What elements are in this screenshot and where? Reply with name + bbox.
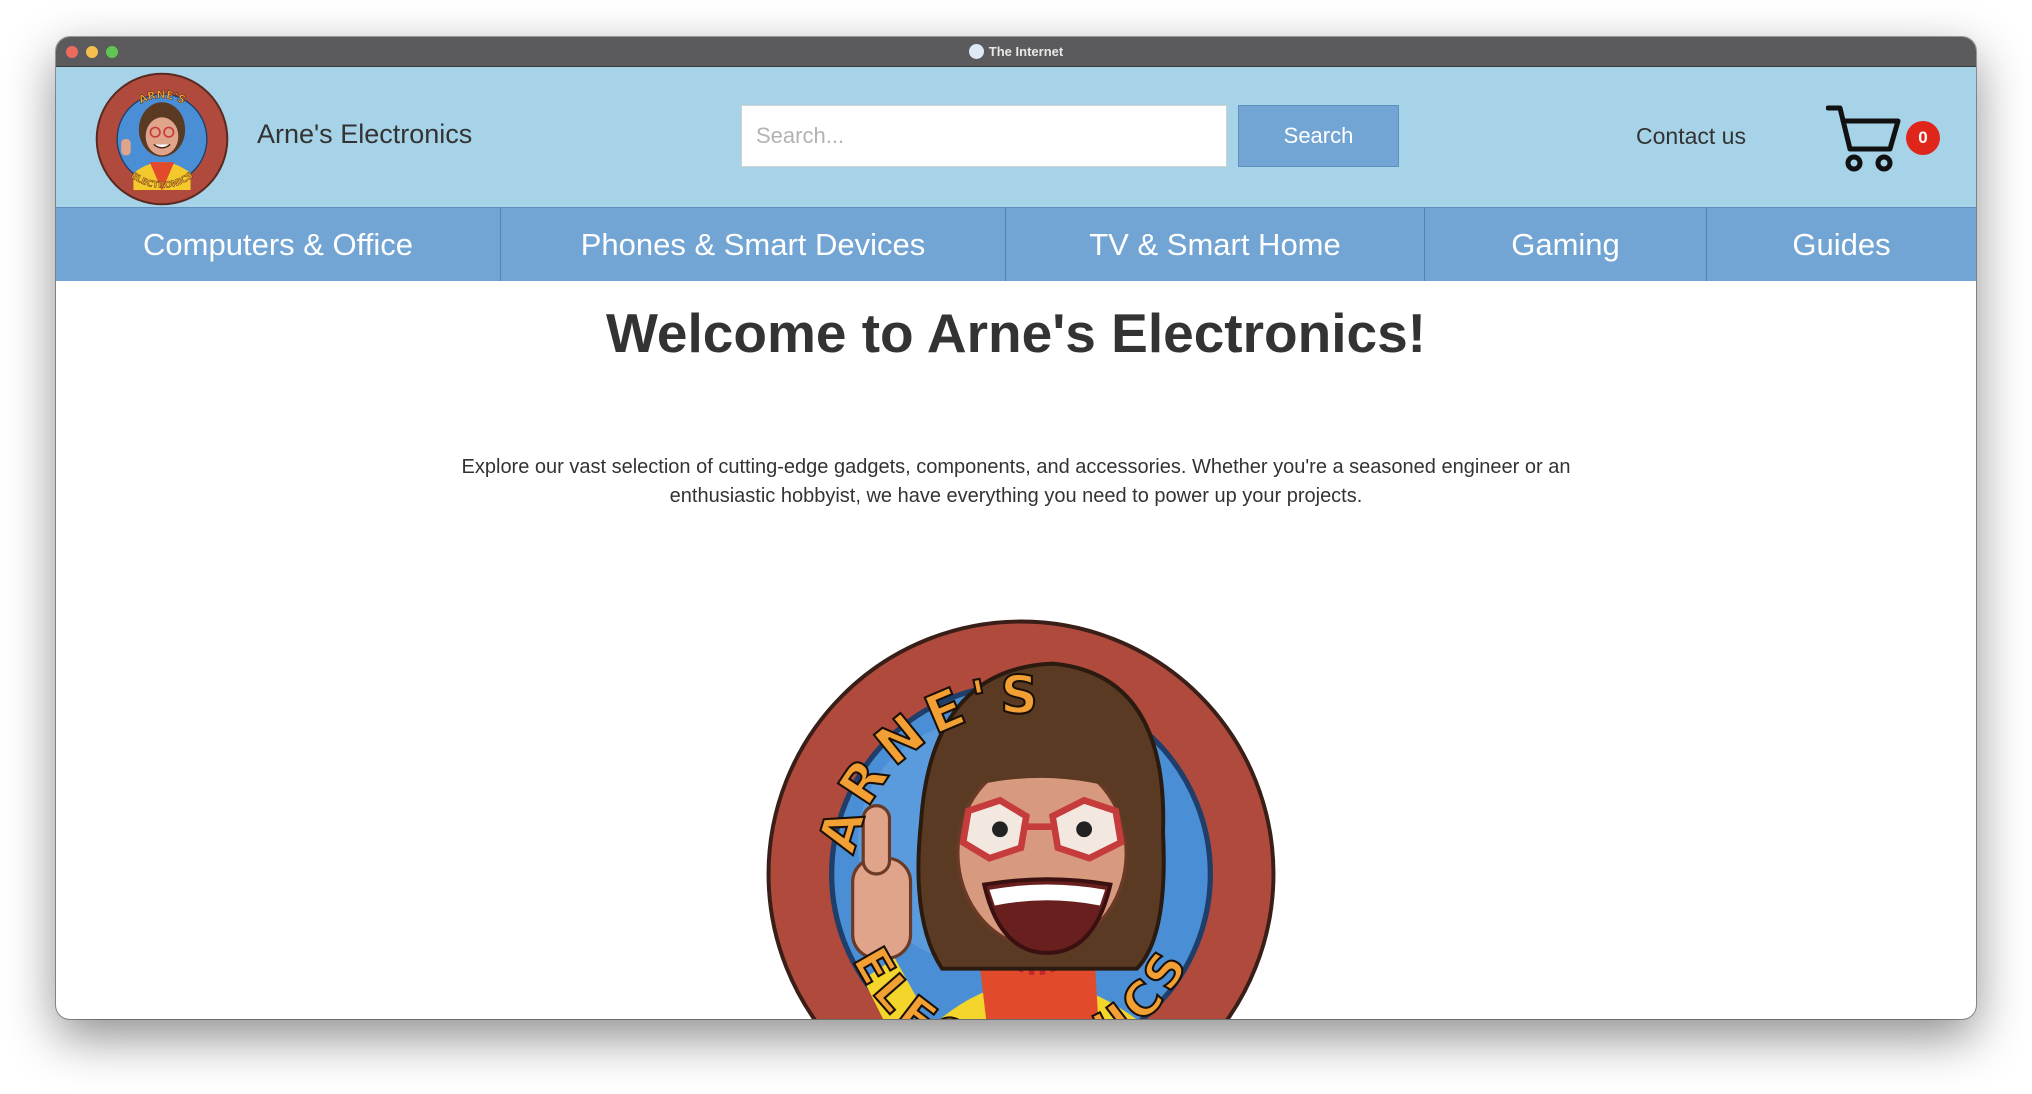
contact-us-link[interactable]: Contact us [1636, 123, 1746, 150]
nav-item-label: Phones & Smart Devices [580, 226, 926, 262]
mascot-logo-image: ARNE'S ELECTRONICS [766, 619, 1276, 1019]
minimize-window-button[interactable] [86, 46, 98, 58]
maximize-window-button[interactable] [106, 46, 118, 58]
nav-item-tv-smart-home[interactable]: TV & Smart Home [1006, 208, 1425, 281]
nav-item-computers-office[interactable]: Computers & Office [56, 208, 501, 281]
site-header: ARNE'S ELECTRONICS Arne's Electronics Se… [56, 67, 1976, 207]
nav-item-guides[interactable]: Guides [1707, 208, 1976, 281]
close-window-button[interactable] [66, 46, 78, 58]
shopping-cart-icon[interactable] [1826, 103, 1902, 173]
browser-window: The Internet ARNE'S ELECTRONICS Arne's E… [56, 37, 1976, 1019]
browser-titlebar: The Internet [56, 37, 1976, 67]
site-logo-icon[interactable]: ARNE'S ELECTRONICS [94, 71, 230, 207]
nav-item-phones-smart-devices[interactable]: Phones & Smart Devices [501, 208, 1006, 281]
main-content: Welcome to Arne's Electronics! Explore o… [56, 281, 1976, 1019]
browser-tab-title: The Internet [968, 44, 1064, 59]
nav-item-label: Computers & Office [143, 226, 413, 262]
category-nav: Computers & Office Phones & Smart Device… [56, 207, 1976, 281]
intro-paragraph: Explore our vast selection of cutting-ed… [461, 456, 1571, 507]
window-controls [66, 46, 118, 58]
brand-name[interactable]: Arne's Electronics [257, 119, 472, 150]
welcome-heading: Welcome to Arne's Electronics! [606, 302, 1426, 364]
search-button[interactable]: Search [1238, 105, 1399, 167]
browser-title-text: The Internet [988, 44, 1064, 59]
nav-item-label: TV & Smart Home [1089, 226, 1341, 262]
nav-item-label: Gaming [1511, 226, 1620, 262]
globe-icon [968, 44, 984, 59]
nav-item-gaming[interactable]: Gaming [1425, 208, 1707, 281]
nav-item-label: Guides [1792, 226, 1891, 262]
cart-count-badge: 0 [1906, 121, 1940, 155]
search-input[interactable] [741, 105, 1227, 167]
